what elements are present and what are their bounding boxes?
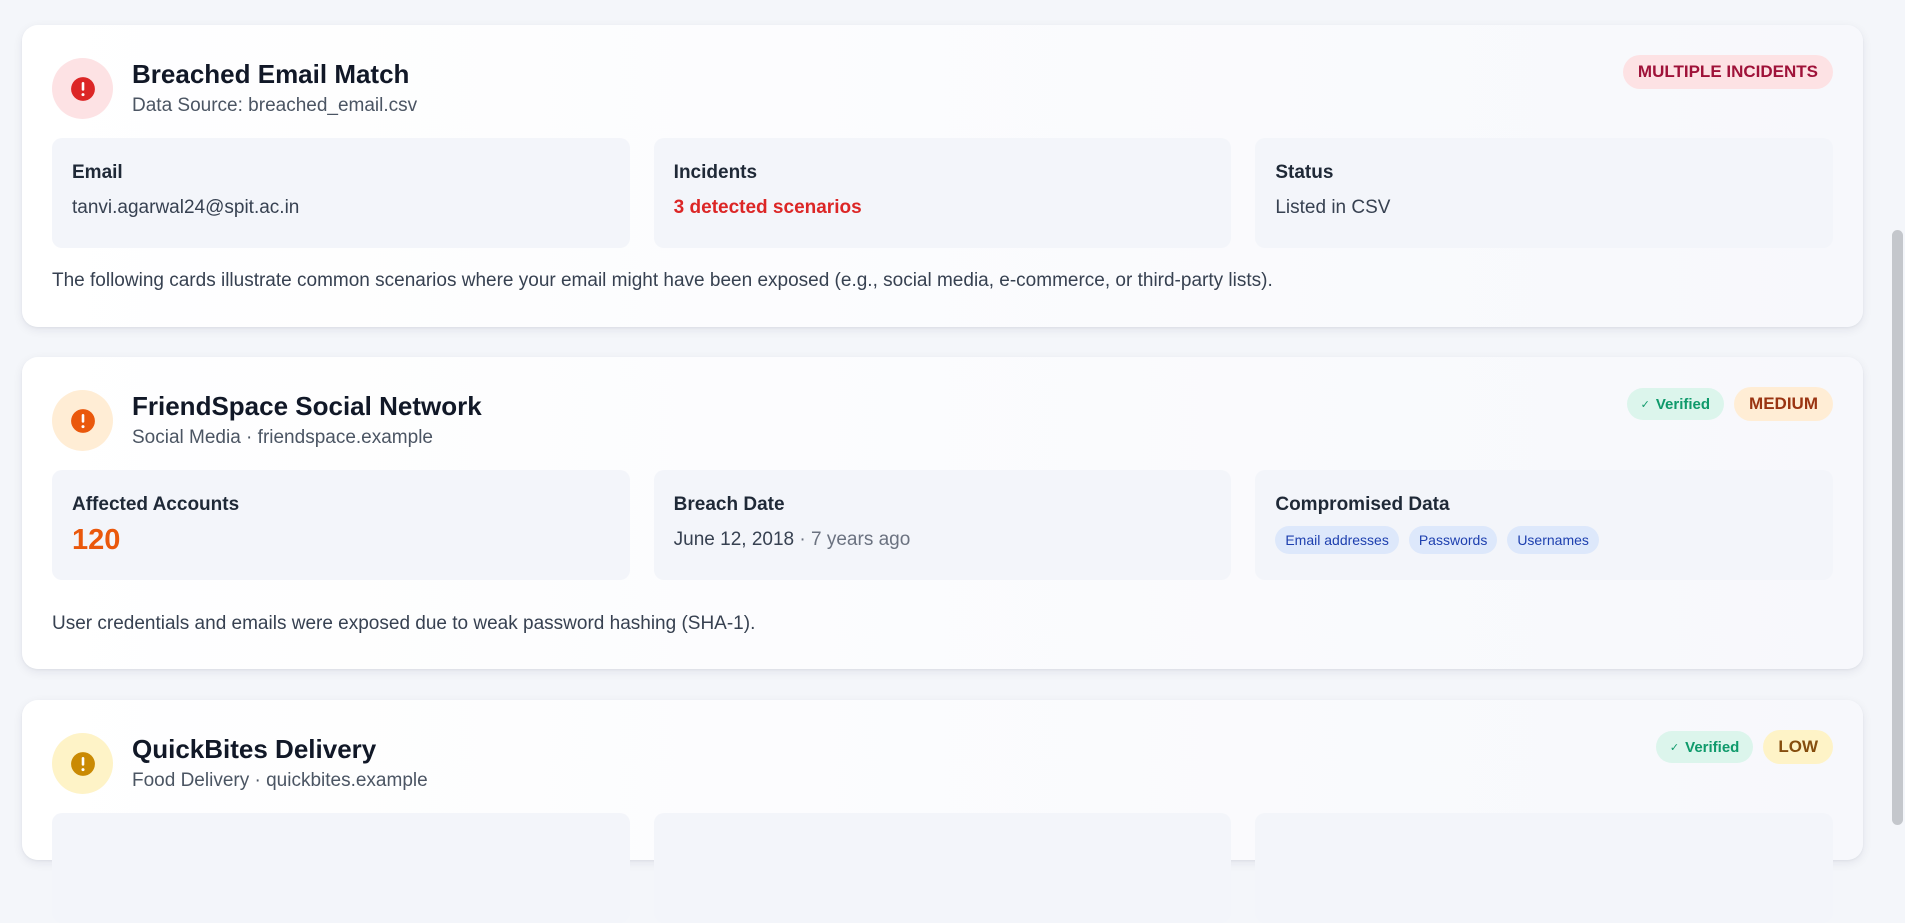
- info-panels: Email tanvi.agarwal24@spit.ac.in Inciden…: [52, 138, 1834, 248]
- breach-card-email-match: Breached Email Match Data Source: breach…: [22, 25, 1863, 327]
- alert-circle-icon: [70, 408, 95, 433]
- breach-date-panel: Breach Date June 12, 2018 · 7 years ago: [653, 470, 1232, 580]
- card-subtitle: Food Delivery · quickbites.example: [132, 770, 428, 791]
- card-subtitle: Data Source: breached_email.csv: [132, 95, 418, 116]
- incidents-label: Incidents: [673, 162, 758, 183]
- badge-group: MULTIPLE INCIDENTS: [1622, 55, 1833, 89]
- card-title: FriendSpace Social Network: [132, 391, 482, 421]
- alert-circle-icon: [70, 76, 95, 101]
- incidents-value: 3 detected scenarios: [673, 197, 862, 218]
- status-panel: Status Listed in CSV: [1255, 138, 1834, 248]
- breach-date-label: Breach Date: [673, 494, 785, 515]
- compromised-data-panel: Compromised Data Email addresses Passwor…: [1255, 470, 1834, 580]
- badge-group: ✓ Verified MEDIUM: [1626, 387, 1833, 421]
- verified-badge: ✓ Verified: [1626, 388, 1725, 420]
- affected-accounts-label: Affected Accounts: [72, 494, 240, 515]
- breach-date-relative: · 7 years ago: [794, 529, 911, 550]
- check-icon: ✓: [1640, 398, 1650, 411]
- alert-icon-wrapper: [52, 733, 113, 794]
- card-title: Breached Email Match: [132, 59, 410, 89]
- check-icon: ✓: [1669, 741, 1680, 754]
- incidents-panel: Incidents 3 detected scenarios: [653, 138, 1232, 248]
- alert-icon-wrapper: [52, 390, 113, 451]
- scrollbar-thumb[interactable]: [1892, 230, 1903, 825]
- badge-group: ✓ Verified LOW: [1655, 730, 1833, 764]
- severity-badge: LOW: [1763, 730, 1833, 764]
- alert-icon-wrapper: [52, 58, 113, 119]
- status-label: Status: [1275, 162, 1334, 183]
- data-chip: Passwords: [1408, 526, 1498, 554]
- card-subtitle: Social Media · friendspace.example: [132, 427, 433, 448]
- breach-date: June 12, 2018: [673, 529, 795, 550]
- info-panels: Affected Accounts 120 Breach Date June 1…: [52, 470, 1834, 580]
- severity-badge: MEDIUM: [1734, 387, 1833, 421]
- verified-badge: ✓ Verified: [1655, 731, 1754, 763]
- verified-label: Verified: [1685, 738, 1740, 756]
- data-chip: Usernames: [1507, 526, 1599, 554]
- breach-card-quickbites: QuickBites Delivery Food Delivery · quic…: [22, 700, 1863, 923]
- card-description: The following cards illustrate common sc…: [52, 270, 1273, 291]
- breach-card-friendspace: FriendSpace Social Network Social Media …: [22, 357, 1863, 669]
- email-label: Email: [72, 162, 123, 183]
- verified-label: Verified: [1655, 395, 1711, 413]
- email-value: tanvi.agarwal24@spit.ac.in: [72, 197, 300, 218]
- affected-accounts-value: 120: [72, 524, 121, 556]
- compromised-data-label: Compromised Data: [1275, 494, 1450, 515]
- status-value: Listed in CSV: [1275, 197, 1391, 218]
- card-title: QuickBites Delivery: [132, 734, 377, 764]
- scrollbar-track[interactable]: [1887, 0, 1905, 830]
- affected-accounts-panel: Affected Accounts 120: [52, 470, 630, 580]
- card-description: User credentials and emails were exposed…: [52, 613, 756, 634]
- alert-circle-icon: [70, 751, 95, 776]
- compromised-data-chips: Email addresses Passwords Usernames: [1275, 526, 1599, 554]
- severity-badge: MULTIPLE INCIDENTS: [1622, 55, 1833, 89]
- email-panel: Email tanvi.agarwal24@spit.ac.in: [52, 138, 630, 248]
- data-chip: Email addresses: [1275, 526, 1399, 554]
- breach-date-value: June 12, 2018 · 7 years ago: [674, 529, 911, 551]
